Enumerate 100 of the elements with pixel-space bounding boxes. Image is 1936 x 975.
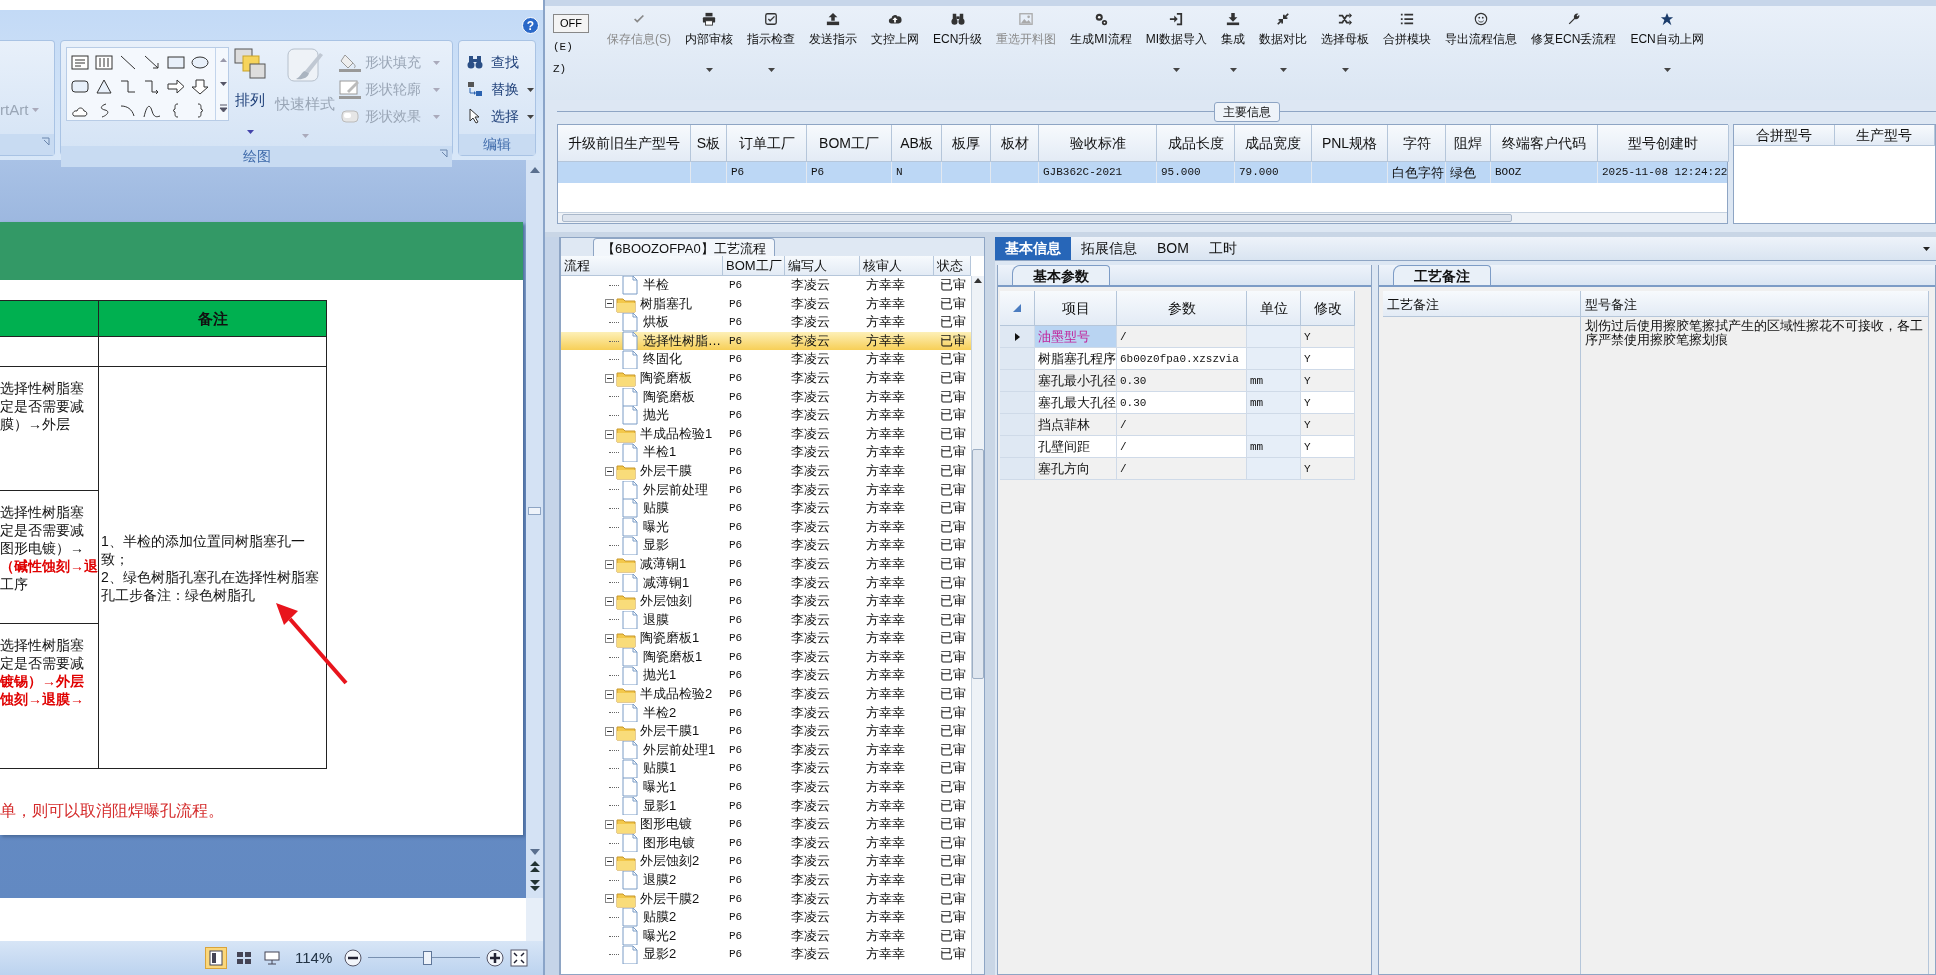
- panel-tab[interactable]: 工艺备注: [1393, 265, 1491, 285]
- text-box-icon[interactable]: [70, 53, 90, 71]
- tree-row[interactable]: 曝光1 P6 李凌云 方幸幸 已审: [561, 778, 971, 797]
- tree-row[interactable]: 显影 P6 李凌云 方幸幸 已审: [561, 536, 971, 555]
- zoom-level[interactable]: 114%: [295, 946, 333, 970]
- tree-row[interactable]: 终固化 P6 李凌云 方幸幸 已审: [561, 350, 971, 369]
- collapse-icon[interactable]: [605, 466, 614, 476]
- column-header[interactable]: 项目: [1035, 291, 1117, 326]
- toolbar-button[interactable]: 内部审核: [678, 12, 740, 80]
- column-header[interactable]: 核审人: [860, 256, 934, 276]
- column-header[interactable]: 板厚: [942, 125, 991, 162]
- dialog-launcher-icon[interactable]: [439, 148, 448, 158]
- column-header[interactable]: AB板: [892, 125, 942, 162]
- triangle-icon[interactable]: [94, 77, 114, 95]
- oval-icon[interactable]: [190, 53, 210, 71]
- collapse-icon[interactable]: [605, 634, 614, 644]
- tree-row[interactable]: 外层干膜2 P6 李凌云 方幸幸 已审: [561, 889, 971, 909]
- tree-row[interactable]: 半检 P6 李凌云 方幸幸 已审: [561, 276, 971, 295]
- column-header[interactable]: 板材: [991, 125, 1039, 162]
- collapse-icon[interactable]: [605, 857, 614, 867]
- line-icon[interactable]: [118, 53, 138, 71]
- column-header[interactable]: 阻焊: [1446, 125, 1491, 162]
- toolbar-button[interactable]: 集成: [1214, 12, 1253, 80]
- collapse-icon[interactable]: [605, 689, 614, 699]
- collapse-icon[interactable]: [605, 894, 614, 904]
- column-header[interactable]: 型号备注: [1581, 291, 1929, 317]
- column-header[interactable]: 验收标准: [1039, 125, 1157, 162]
- tab[interactable]: 基本信息: [995, 237, 1071, 260]
- collapse-icon[interactable]: [605, 559, 614, 569]
- toolbar-button[interactable]: 数据对比: [1252, 12, 1315, 80]
- column-header[interactable]: 字符: [1388, 125, 1446, 162]
- tree-row[interactable]: 半成品检验1 P6 李凌云 方幸幸 已审: [561, 424, 971, 444]
- toolbar-button[interactable]: ECN升级: [926, 12, 990, 80]
- tree-row[interactable]: 贴膜 P6 李凌云 方幸幸 已审: [561, 499, 971, 518]
- table-row[interactable]: P6 P6 N GJB362C-2021 95.000 79.000 白色字符 绿色 BOOZ 2025-11-08 12:24:22: [558, 162, 1727, 183]
- column-header[interactable]: S板: [691, 125, 727, 162]
- column-header[interactable]: 工艺备注: [1383, 291, 1581, 317]
- tab[interactable]: 拓展信息: [1071, 237, 1147, 260]
- tree-row[interactable]: 陶瓷磨板 P6 李凌云 方幸幸 已审: [561, 368, 971, 388]
- toolbar-button[interactable]: 发送指示: [802, 12, 864, 80]
- replace-button[interactable]: 替换: [467, 78, 534, 100]
- column-header[interactable]: 修改: [1301, 291, 1355, 326]
- next-page-icon[interactable]: [528, 878, 541, 892]
- scroll-thumb[interactable]: [528, 507, 541, 515]
- tree-row[interactable]: 外层干膜1 P6 李凌云 方幸幸 已审: [561, 722, 971, 741]
- column-header[interactable]: 升级前旧生产型号: [558, 125, 691, 162]
- tree-row[interactable]: 陶瓷磨板1 P6 李凌云 方幸幸 已审: [561, 647, 971, 667]
- tree-row[interactable]: 图形电镀 P6 李凌云 方幸幸 已审: [561, 815, 971, 834]
- tree-row[interactable]: 抛光1 P6 李凌云 方幸幸 已审: [561, 666, 971, 686]
- previous-page-icon[interactable]: [528, 860, 541, 874]
- tree-row[interactable]: 贴膜1 P6 李凌云 方幸幸 已审: [561, 759, 971, 779]
- collapse-icon[interactable]: [605, 596, 614, 606]
- column-header[interactable]: 合拼型号: [1734, 125, 1835, 146]
- tree-row[interactable]: 树脂塞孔 P6 李凌云 方幸幸 已审: [561, 294, 971, 314]
- rounded-rectangle-icon[interactable]: [70, 77, 90, 95]
- column-header[interactable]: PNL规格: [1312, 125, 1388, 162]
- menu-item[interactable]: (E): [553, 38, 600, 55]
- tree-row[interactable]: 抛光 P6 李凌云 方幸幸 已审: [561, 406, 971, 425]
- tree-row[interactable]: 烘板 P6 李凌云 方幸幸 已审: [561, 313, 971, 332]
- tree-row[interactable]: 选择性树脂… P6 李凌云 方幸幸 已审: [561, 331, 971, 351]
- toolbar-button[interactable]: 合拼模块: [1376, 12, 1439, 80]
- tree-row[interactable]: 显影2 P6 李凌云 方幸幸 已审: [561, 945, 971, 964]
- arrange-button[interactable]: 排列: [229, 41, 271, 146]
- column-header[interactable]: 状态: [934, 256, 971, 276]
- scroll-down-icon[interactable]: [528, 848, 541, 856]
- tab[interactable]: BOM: [1147, 237, 1199, 260]
- column-header[interactable]: BOM工厂: [723, 256, 785, 276]
- tree-row[interactable]: 外层蚀刻 P6 李凌云 方幸幸 已审: [561, 592, 971, 611]
- fit-page-icon[interactable]: [510, 949, 529, 967]
- column-header[interactable]: 生产型号: [1834, 125, 1935, 146]
- tree-row[interactable]: 减薄铜1 P6 李凌云 方幸幸 已审: [561, 573, 971, 593]
- toolbar-button[interactable]: 文控上网: [864, 12, 926, 80]
- tree-row[interactable]: 半成品检验2 P6 李凌云 方幸幸 已审: [561, 685, 971, 704]
- vertical-text-box-icon[interactable]: [94, 53, 114, 71]
- tree-row[interactable]: 外层蚀刻2 P6 李凌云 方幸幸 已审: [561, 852, 971, 871]
- tree-row[interactable]: 曝光2 P6 李凌云 方幸幸 已审: [561, 926, 971, 946]
- tree-row[interactable]: 外层前处理1 P6 李凌云 方幸幸 已审: [561, 740, 971, 760]
- right-arrow-icon[interactable]: [166, 77, 186, 95]
- tree-row[interactable]: 图形电镀 P6 李凌云 方幸幸 已审: [561, 833, 971, 853]
- tree-row[interactable]: 陶瓷磨板 P6 李凌云 方幸幸 已审: [561, 387, 971, 407]
- collapse-icon[interactable]: [605, 299, 614, 309]
- menu-item[interactable]: Z): [553, 61, 600, 78]
- tree-row[interactable]: 显影1 P6 李凌云 方幸幸 已审: [561, 796, 971, 816]
- column-header[interactable]: 单位: [1247, 291, 1301, 326]
- toolbar-button[interactable]: 生成MI流程: [1063, 12, 1139, 80]
- tree-row[interactable]: 半检2 P6 李凌云 方幸幸 已审: [561, 703, 971, 723]
- scroll-thumb[interactable]: [562, 214, 1512, 222]
- collapse-icon[interactable]: [605, 727, 614, 737]
- find-button[interactable]: 查找: [467, 51, 534, 73]
- arrow-icon[interactable]: [142, 53, 162, 71]
- column-header[interactable]: 编写人: [785, 256, 860, 276]
- toolbar-button[interactable]: 修复ECN丢流程: [1524, 12, 1624, 80]
- panel-tab[interactable]: 基本参数: [1012, 265, 1110, 285]
- toolbar-button[interactable]: ECN自动上网: [1623, 12, 1711, 80]
- column-header[interactable]: 终端客户代码: [1491, 125, 1598, 162]
- dialog-launcher-icon[interactable]: [41, 136, 50, 146]
- tree-row[interactable]: 外层干膜 P6 李凌云 方幸幸 已审: [561, 461, 971, 481]
- toolbar-button[interactable]: 指示检查: [740, 12, 802, 80]
- tree-row[interactable]: 减薄铜1 P6 李凌云 方幸幸 已审: [561, 554, 971, 574]
- column-header[interactable]: 成品长度: [1157, 125, 1235, 162]
